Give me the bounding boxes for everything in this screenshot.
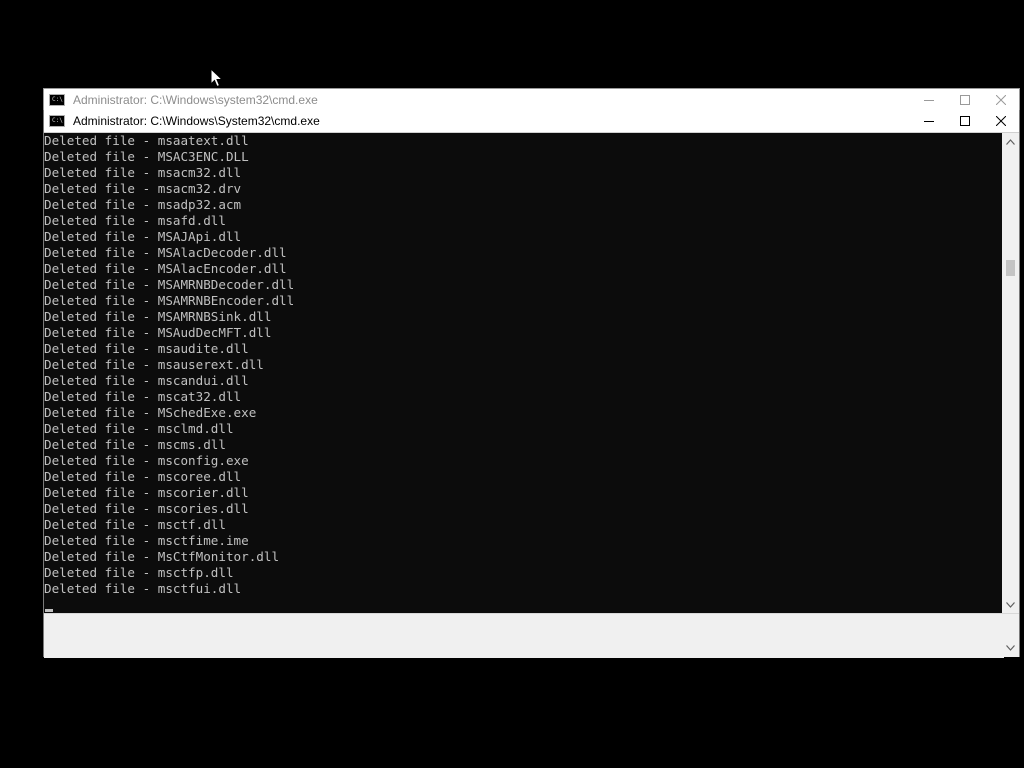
console-line: Deleted file - msaudite.dll: [44, 341, 249, 356]
chevron-up-icon: [1006, 138, 1015, 145]
cmd-icon: C:\: [49, 94, 65, 106]
background-maximize-button[interactable]: [947, 89, 983, 111]
scroll-up-button[interactable]: [1002, 133, 1019, 150]
scrollbar-divider: [1002, 613, 1019, 614]
console-line: Deleted file - MsCtfMonitor.dll: [44, 549, 280, 564]
chevron-down-icon: [1006, 601, 1015, 608]
active-window-title: Administrator: C:\Windows\System32\cmd.e…: [73, 114, 320, 128]
console-line: Deleted file - mscms.dll: [44, 437, 226, 452]
console-line: Deleted file - msacm32.drv: [44, 181, 242, 196]
console-line: Deleted file - msaatext.dll: [44, 133, 249, 148]
console-line: Deleted file - msctfp.dll: [44, 565, 234, 580]
console-line: Deleted file - MSchedExe.exe: [44, 405, 257, 420]
console-line: Deleted file - msctfime.ime: [44, 533, 249, 548]
background-minimize-button[interactable]: [911, 89, 947, 111]
vertical-scrollbar[interactable]: [1002, 133, 1019, 657]
scroll-down-button[interactable]: [1002, 596, 1019, 613]
console-empty-area: [44, 613, 1004, 658]
console-line: Deleted file - msconfig.exe: [44, 453, 249, 468]
console-line: Deleted file - MSAlacDecoder.dll: [44, 245, 287, 260]
console-line: Deleted file - MSAC3ENC.DLL: [44, 149, 249, 164]
minimize-button[interactable]: [911, 110, 947, 132]
close-icon: [996, 95, 1006, 105]
console-line: Deleted file - mscoree.dll: [44, 469, 242, 484]
close-icon: [996, 116, 1006, 126]
console-line: Deleted file - mscories.dll: [44, 501, 249, 516]
console-line: Deleted file - msctfui.dll: [44, 581, 242, 596]
console-line: Deleted file - msclmd.dll: [44, 421, 234, 436]
console-line: Deleted file - mscat32.dll: [44, 389, 242, 404]
active-window-titlebar[interactable]: C:\ Administrator: C:\Windows\System32\c…: [44, 110, 1019, 133]
console-line: Deleted file - MSAudDecMFT.dll: [44, 325, 272, 340]
cmd-icon: C:\: [49, 115, 65, 127]
maximize-icon: [960, 95, 970, 105]
active-cmd-window[interactable]: C:\ Administrator: C:\Windows\System32\c…: [43, 110, 1020, 658]
console-line: Deleted file - msauserext.dll: [44, 357, 264, 372]
chevron-down-icon: [1006, 644, 1015, 651]
lower-scroll-down-button[interactable]: [1002, 639, 1019, 656]
minimize-icon: [924, 100, 934, 101]
console-line: Deleted file - msacm32.dll: [44, 165, 242, 180]
console-lines: Deleted file - msaatext.dll Deleted file …: [44, 133, 294, 597]
console-line: Deleted file - MSAlacEncoder.dll: [44, 261, 287, 276]
console-line: Deleted file - mscorier.dll: [44, 485, 249, 500]
mouse-pointer-icon: [210, 68, 224, 88]
console-line: Deleted file - MSAJApi.dll: [44, 229, 242, 244]
scrollbar-thumb[interactable]: [1006, 260, 1015, 276]
console-line: Deleted file - msctf.dll: [44, 517, 226, 532]
background-window-titlebar[interactable]: C:\ Administrator: C:\Windows\system32\c…: [44, 89, 1019, 111]
background-close-button[interactable]: [983, 89, 1019, 111]
console-line: Deleted file - MSAMRNBDecoder.dll: [44, 277, 295, 292]
maximize-button[interactable]: [947, 110, 983, 132]
console-line: Deleted file - msadp32.acm: [44, 197, 242, 212]
console-line: Deleted file - MSAMRNBSink.dll: [44, 309, 272, 324]
console-line: Deleted file - mscandui.dll: [44, 373, 249, 388]
minimize-icon: [924, 121, 934, 122]
console-line: Deleted file - MSAMRNBEncoder.dll: [44, 293, 295, 308]
background-window-title: Administrator: C:\Windows\system32\cmd.e…: [73, 93, 318, 107]
maximize-icon: [960, 116, 970, 126]
console-line: Deleted file - msafd.dll: [44, 213, 226, 228]
close-button[interactable]: [983, 110, 1019, 132]
text-cursor: [45, 609, 53, 612]
console-output[interactable]: Deleted file - msaatext.dll Deleted file …: [44, 133, 1004, 613]
